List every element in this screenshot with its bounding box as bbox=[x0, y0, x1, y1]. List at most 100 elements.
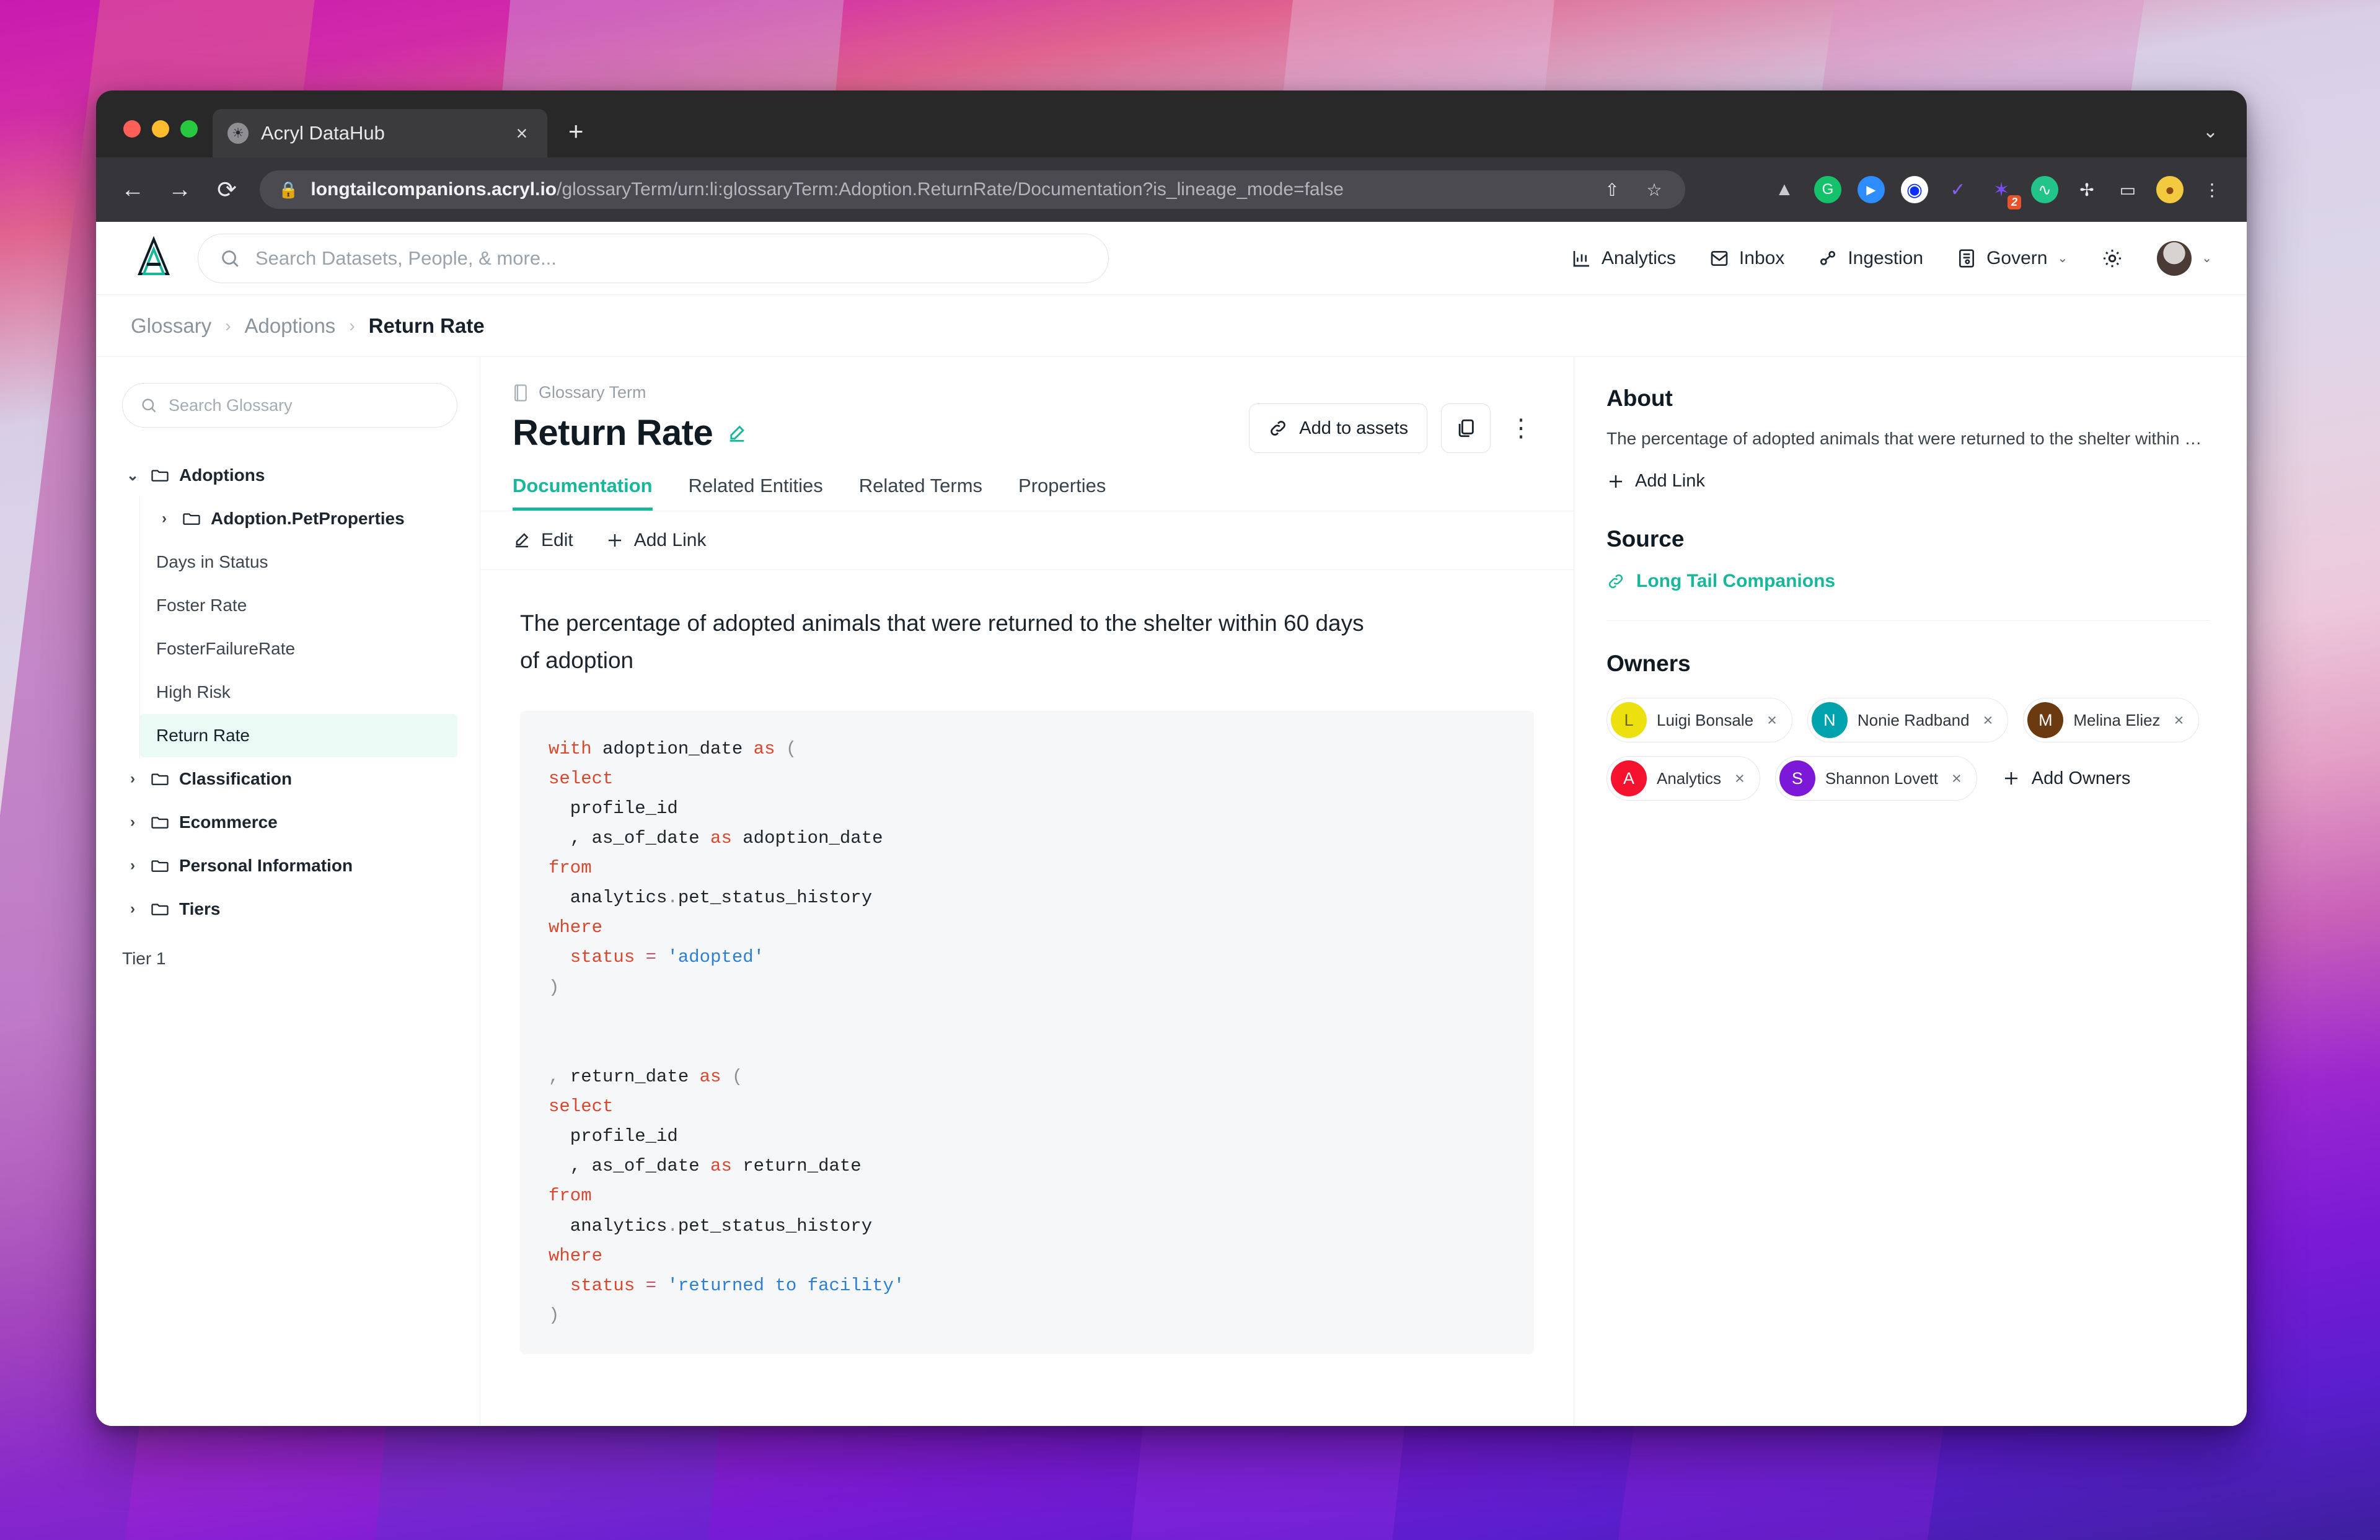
close-icon[interactable]: × bbox=[1735, 769, 1745, 788]
tree-node-adoptions[interactable]: ⌄ Adoptions bbox=[122, 454, 457, 497]
tree-term-foster-rate[interactable]: Foster Rate bbox=[154, 584, 457, 627]
tab-related-entities[interactable]: Related Entities bbox=[689, 475, 823, 511]
address-bar[interactable]: 🔒 longtailcompanions.acryl.io/glossaryTe… bbox=[260, 170, 1685, 209]
close-icon[interactable]: × bbox=[511, 122, 532, 145]
link-icon bbox=[1268, 418, 1288, 438]
tree-term-return-rate[interactable]: Return Rate bbox=[140, 714, 457, 757]
breadcrumb: Glossary › Adoptions › Return Rate bbox=[96, 295, 2247, 357]
glossary-search-input[interactable]: Search Glossary bbox=[122, 383, 457, 428]
tree-term-tier-1[interactable]: Tier 1 bbox=[122, 937, 457, 980]
tree-term-days-in-status[interactable]: Days in Status bbox=[154, 540, 457, 584]
url-domain: longtailcompanions.acryl.io bbox=[311, 179, 557, 200]
glossary-search-placeholder: Search Glossary bbox=[169, 395, 293, 415]
nav-govern[interactable]: Govern ⌄ bbox=[1957, 248, 2068, 269]
nav-analytics-label: Analytics bbox=[1601, 247, 1676, 268]
new-tab-button[interactable]: + bbox=[568, 117, 584, 146]
tab-properties[interactable]: Properties bbox=[1018, 475, 1106, 511]
header-nav: Analytics Inbox Ingestion Govern ⌄ ⌄ bbox=[1572, 240, 2212, 276]
settings-button[interactable] bbox=[2101, 247, 2123, 270]
chevron-right-icon[interactable]: › bbox=[125, 900, 141, 918]
bookmark-star-icon[interactable]: ☆ bbox=[1642, 176, 1667, 203]
tree-node-tiers[interactable]: › Tiers bbox=[122, 887, 457, 931]
add-owners-button[interactable]: Add Owners bbox=[2002, 768, 2130, 789]
close-icon[interactable]: × bbox=[2174, 711, 2184, 730]
browser-tab-title: Acryl DataHub bbox=[261, 122, 385, 144]
sidebar-add-link-button[interactable]: Add Link bbox=[1606, 471, 2210, 491]
tree-node-label: Classification bbox=[179, 769, 293, 788]
copy-icon bbox=[1455, 418, 1476, 439]
chevron-down-icon[interactable]: ⌄ bbox=[2203, 121, 2218, 143]
app-body: Search Glossary ⌄ Adoptions › Adoption.P… bbox=[96, 357, 2247, 1426]
raindrop-icon[interactable]: ✶ 2 bbox=[1988, 176, 2021, 209]
reload-icon[interactable]: ⟳ bbox=[213, 176, 241, 204]
app-header: Search Datasets, People, & more... Analy… bbox=[96, 222, 2247, 295]
owner-pill-shannon-lovett[interactable]: S Shannon Lovett × bbox=[1774, 756, 1977, 801]
tab-related-terms[interactable]: Related Terms bbox=[859, 475, 982, 511]
add-link-button[interactable]: Add Link bbox=[606, 530, 706, 551]
chevron-right-icon[interactable]: › bbox=[156, 510, 172, 527]
wave-icon[interactable]: ∿ bbox=[2031, 176, 2058, 203]
tree-node-personal-information[interactable]: › Personal Information bbox=[122, 844, 457, 887]
grammarly-icon[interactable]: G bbox=[1814, 176, 1841, 203]
sidepanel-icon[interactable]: ▭ bbox=[2115, 176, 2140, 203]
close-icon[interactable]: × bbox=[1983, 711, 1993, 730]
close-window-button[interactable] bbox=[123, 120, 141, 138]
tree-node-adoption-petproperties[interactable]: › Adoption.PetProperties bbox=[154, 497, 457, 540]
tree-term-high-risk[interactable]: High Risk bbox=[154, 671, 457, 714]
breadcrumb-separator: › bbox=[225, 315, 231, 335]
plus-icon bbox=[2002, 769, 2021, 788]
close-icon[interactable]: × bbox=[1767, 711, 1777, 730]
datahub-app: Search Datasets, People, & more... Analy… bbox=[96, 222, 2247, 1426]
tree-node-classification[interactable]: › Classification bbox=[122, 757, 457, 801]
arrow-left-icon[interactable]: ← bbox=[118, 177, 147, 203]
tree-term-fosterfailurerate[interactable]: FosterFailureRate bbox=[154, 627, 457, 671]
source-link[interactable]: Long Tail Companions bbox=[1606, 571, 2210, 592]
add-to-assets-label: Add to assets bbox=[1299, 418, 1408, 438]
chevron-down-icon[interactable]: ⌄ bbox=[125, 467, 141, 485]
tree-node-ecommerce[interactable]: › Ecommerce bbox=[122, 801, 457, 844]
breadcrumb-item-adoptions[interactable]: Adoptions bbox=[245, 314, 336, 338]
puzzle-extensions-icon[interactable]: ✢ bbox=[2074, 176, 2099, 203]
owners-title: Owners bbox=[1606, 651, 1691, 676]
nav-analytics[interactable]: Analytics bbox=[1572, 248, 1676, 269]
nav-govern-label: Govern bbox=[1986, 247, 2048, 268]
chrome-menu-icon[interactable]: ⋮ bbox=[2200, 176, 2224, 203]
govern-icon bbox=[1957, 249, 1977, 268]
search-input[interactable]: Search Datasets, People, & more... bbox=[198, 233, 1109, 283]
browser-tab[interactable]: ☀ Acryl DataHub × bbox=[213, 109, 547, 157]
breadcrumb-item-glossary[interactable]: Glossary bbox=[131, 314, 211, 338]
source-title: Source bbox=[1606, 526, 1685, 552]
metamask-icon[interactable]: ▲ bbox=[1771, 176, 1798, 203]
chevron-right-icon[interactable]: › bbox=[125, 857, 141, 874]
chevron-right-icon[interactable]: › bbox=[125, 814, 141, 831]
kebab-menu-icon[interactable]: ⋮ bbox=[1504, 403, 1539, 453]
zoom-icon[interactable]: ▶ bbox=[1858, 176, 1885, 203]
owner-pill-analytics[interactable]: A Analytics × bbox=[1606, 756, 1760, 801]
nav-inbox[interactable]: Inbox bbox=[1709, 248, 1784, 269]
owner-pill-nonie-radband[interactable]: N Nonie Radband × bbox=[1807, 698, 2009, 742]
copy-button[interactable] bbox=[1441, 403, 1491, 453]
datahub-logo-icon[interactable] bbox=[131, 235, 177, 281]
owner-pill-melina-eliez[interactable]: M Melina Eliez × bbox=[2023, 698, 2200, 742]
owner-pill-luigi-bonsale[interactable]: L Luigi Bonsale × bbox=[1606, 698, 1792, 742]
pencil-icon[interactable] bbox=[726, 423, 747, 444]
minimize-window-button[interactable] bbox=[152, 120, 169, 138]
close-icon[interactable]: × bbox=[1952, 769, 1962, 788]
user-menu[interactable]: ⌄ bbox=[2157, 240, 2212, 276]
entity-title-row: Return Rate Add to assets ⋮ bbox=[513, 403, 1539, 454]
profile-avatar-icon[interactable]: ● bbox=[2156, 176, 2184, 203]
glossary-sidebar: Search Glossary ⌄ Adoptions › Adoption.P… bbox=[96, 357, 480, 1426]
share-icon[interactable]: ⇧ bbox=[1600, 176, 1624, 203]
tab-documentation[interactable]: Documentation bbox=[513, 475, 653, 511]
lock-icon: 🔒 bbox=[278, 180, 299, 199]
edit-documentation-button[interactable]: Edit bbox=[513, 530, 573, 551]
maximize-window-button[interactable] bbox=[180, 120, 198, 138]
onepassword-icon[interactable]: ◉ bbox=[1901, 176, 1928, 203]
ingestion-icon bbox=[1818, 249, 1838, 268]
add-to-assets-button[interactable]: Add to assets bbox=[1249, 403, 1427, 453]
loom-icon[interactable]: ✓ bbox=[1944, 176, 1972, 203]
arrow-right-icon[interactable]: → bbox=[165, 177, 194, 203]
browser-toolbar: ← → ⟳ 🔒 longtailcompanions.acryl.io/glos… bbox=[96, 157, 2247, 222]
nav-ingestion[interactable]: Ingestion bbox=[1818, 248, 1923, 269]
chevron-right-icon[interactable]: › bbox=[125, 770, 141, 788]
